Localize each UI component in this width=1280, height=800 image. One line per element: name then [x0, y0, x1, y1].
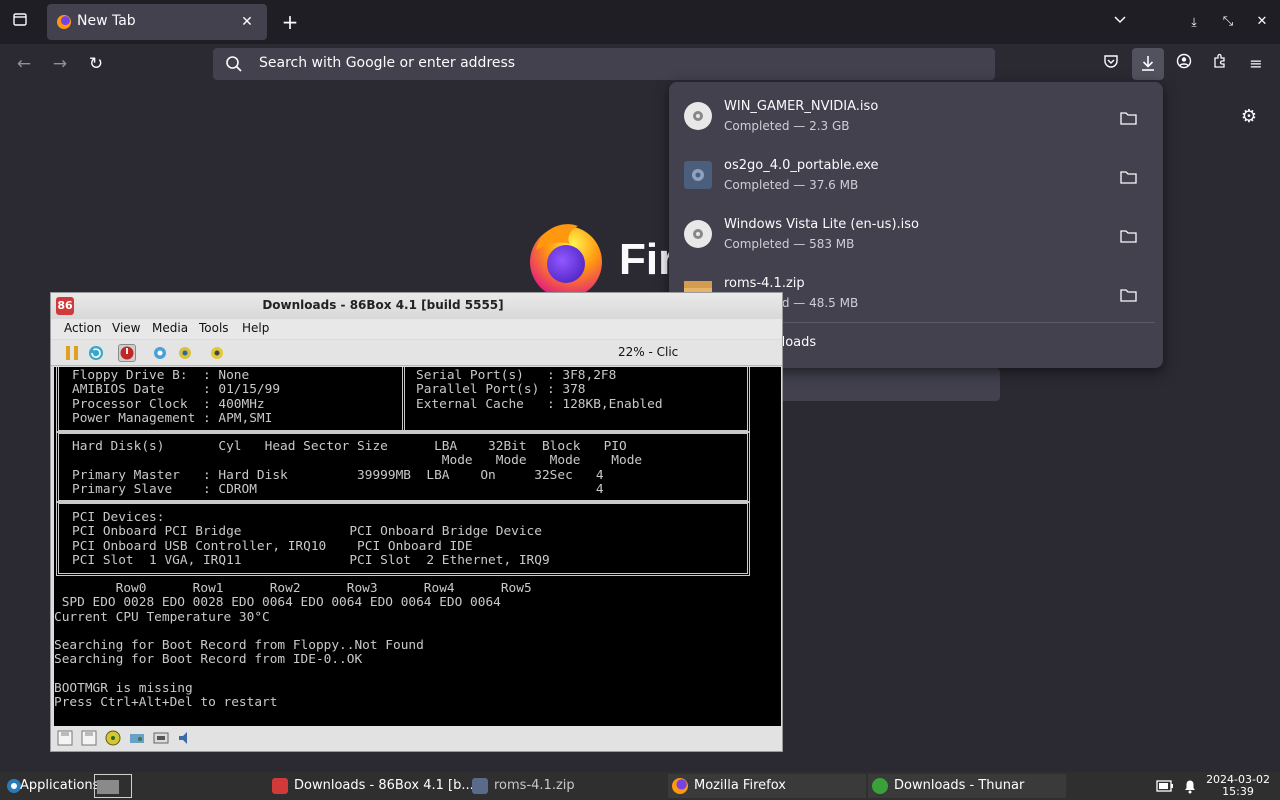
- window-title: Downloads - 86Box 4.1 [build 5555]: [262, 298, 504, 312]
- firefox-icon: [672, 778, 688, 794]
- firefox-logo-icon: [530, 224, 602, 298]
- floppy-b-icon[interactable]: [81, 730, 97, 746]
- task-firefox[interactable]: Mozilla Firefox: [668, 774, 866, 798]
- clock[interactable]: 2024-03-02 15:39: [1206, 774, 1270, 798]
- settings-gear-icon[interactable]: ⚙: [1236, 104, 1262, 130]
- url-placeholder: Search with Google or enter address: [259, 55, 516, 71]
- disc-icon: [684, 220, 712, 248]
- options-icon[interactable]: [208, 344, 226, 362]
- floppy-icon[interactable]: [57, 730, 73, 746]
- download-status: Completed — 2.3 GB: [724, 119, 850, 133]
- archive-icon: [472, 778, 488, 794]
- restore-icon[interactable]: ⤡: [1214, 8, 1242, 36]
- hard-reset-icon[interactable]: [176, 344, 194, 362]
- download-filename: Windows Vista Lite (en-us).iso: [724, 217, 919, 232]
- minimize-icon[interactable]: ⤓: [1180, 8, 1208, 36]
- status-text: 22% - Clic: [618, 345, 679, 359]
- clock-time: 15:39: [1222, 785, 1254, 798]
- account-icon[interactable]: [1170, 50, 1198, 78]
- emulated-screen[interactable]: Floppy Drive B: : None AMIBIOS Date : 01…: [54, 367, 781, 726]
- close-tab-icon[interactable]: ✕: [235, 8, 259, 36]
- 86box-icon: [272, 778, 288, 794]
- workspace-switcher[interactable]: [94, 774, 132, 798]
- extensions-icon[interactable]: [1206, 50, 1234, 78]
- tab-title: New Tab: [77, 13, 136, 29]
- download-icon: [1142, 56, 1154, 71]
- bios-frame-divider: [402, 367, 405, 433]
- applications-menu[interactable]: Applications: [2, 774, 99, 798]
- settings-icon[interactable]: [151, 344, 169, 362]
- menu-action[interactable]: Action: [64, 321, 102, 335]
- pocket-icon[interactable]: [1097, 50, 1125, 78]
- forward-icon[interactable]: →: [46, 50, 74, 78]
- download-status: Completed — 37.6 MB: [724, 178, 859, 192]
- task-label: Downloads - Thunar: [894, 778, 1025, 793]
- download-filename: roms-4.1.zip: [724, 276, 805, 291]
- workspace-thumb: [97, 780, 119, 794]
- url-bar[interactable]: Search with Google or enter address: [213, 48, 995, 80]
- download-icon: [872, 778, 888, 794]
- downloads-button[interactable]: [1132, 48, 1164, 80]
- search-icon: [226, 56, 242, 72]
- task-label: Mozilla Firefox: [694, 778, 786, 793]
- pause-icon[interactable]: [63, 344, 81, 362]
- cdrom-icon[interactable]: [105, 730, 121, 746]
- new-tab-search-box[interactable]: [780, 368, 1000, 401]
- reload-icon[interactable]: ↻: [82, 50, 110, 78]
- folder-icon[interactable]: [1120, 229, 1137, 243]
- task-thunar[interactable]: Downloads - Thunar: [868, 774, 1066, 798]
- download-filename: os2go_4.0_portable.exe: [724, 158, 879, 173]
- bios-system-info: Floppy Drive B: : None AMIBIOS Date : 01…: [72, 368, 281, 426]
- menu-view[interactable]: View: [112, 321, 140, 335]
- list-all-tabs-icon[interactable]: [1106, 8, 1134, 36]
- folder-icon[interactable]: [1120, 111, 1137, 125]
- 86box-window: 86 Downloads - 86Box 4.1 [build 5555] Ac…: [50, 292, 783, 752]
- download-status: Completed — 583 MB: [724, 237, 855, 251]
- task-label: Downloads - 86Box 4.1 [b...: [294, 778, 474, 793]
- menu-help[interactable]: Help: [242, 321, 269, 335]
- bios-pci-info: PCI Devices: PCI Onboard PCI Bridge PCI …: [72, 510, 550, 568]
- new-tab-icon[interactable]: +: [276, 8, 304, 36]
- task-label: roms-4.1.zip: [494, 778, 575, 793]
- firefox-icon: [57, 15, 71, 29]
- menu-icon[interactable]: ≡: [1242, 50, 1270, 78]
- status-bar: [51, 726, 782, 751]
- download-item[interactable]: Windows Vista Lite (en-us).iso Completed…: [679, 205, 1153, 261]
- task-86box[interactable]: Downloads - 86Box 4.1 [b...: [268, 774, 474, 798]
- folder-icon[interactable]: [1120, 288, 1137, 302]
- ctrl-alt-del-icon[interactable]: [118, 344, 136, 362]
- download-item[interactable]: os2go_4.0_portable.exe Completed — 37.6 …: [679, 146, 1153, 202]
- menu-bar: Action View Media Tools Help: [51, 319, 782, 339]
- battery-icon[interactable]: [1156, 779, 1174, 793]
- task-roms-zip[interactable]: roms-4.1.zip: [468, 774, 664, 798]
- bios-disks-info: Hard Disk(s) Cyl Head Sector Size LBA 32…: [72, 439, 643, 497]
- tab-bar: New Tab ✕ + ⤓ ⤡ ✕: [0, 0, 1280, 44]
- applications-label: Applications: [20, 778, 100, 793]
- back-icon[interactable]: ←: [10, 50, 38, 78]
- toolbar: 22% - Clic: [51, 340, 782, 366]
- taskbar: Applications Downloads - 86Box 4.1 [b...…: [0, 772, 1280, 800]
- menu-media[interactable]: Media: [152, 321, 188, 335]
- network-icon[interactable]: [153, 730, 169, 746]
- tab-new-tab[interactable]: New Tab ✕: [47, 4, 267, 40]
- bios-boot-log: Row0 Row1 Row2 Row3 Row4 Row5 SPD EDO 00…: [54, 581, 532, 711]
- exe-icon: [684, 161, 712, 189]
- hard-disk-icon[interactable]: [129, 730, 145, 746]
- download-item[interactable]: WIN_GAMER_NVIDIA.iso Completed — 2.3 GB: [679, 87, 1153, 143]
- disc-icon: [684, 102, 712, 130]
- folder-icon[interactable]: [1120, 170, 1137, 184]
- tab-list-icon[interactable]: [6, 8, 34, 36]
- notification-bell-icon[interactable]: [1183, 778, 1197, 794]
- download-filename: WIN_GAMER_NVIDIA.iso: [724, 99, 879, 114]
- bios-ports-info: Serial Port(s) : 3F8,2F8 Parallel Port(s…: [416, 368, 663, 412]
- reset-icon[interactable]: [87, 344, 105, 362]
- sound-icon[interactable]: [177, 730, 193, 746]
- menu-tools[interactable]: Tools: [199, 321, 229, 335]
- close-window-icon[interactable]: ✕: [1248, 8, 1276, 36]
- window-titlebar[interactable]: 86 Downloads - 86Box 4.1 [build 5555]: [51, 293, 782, 319]
